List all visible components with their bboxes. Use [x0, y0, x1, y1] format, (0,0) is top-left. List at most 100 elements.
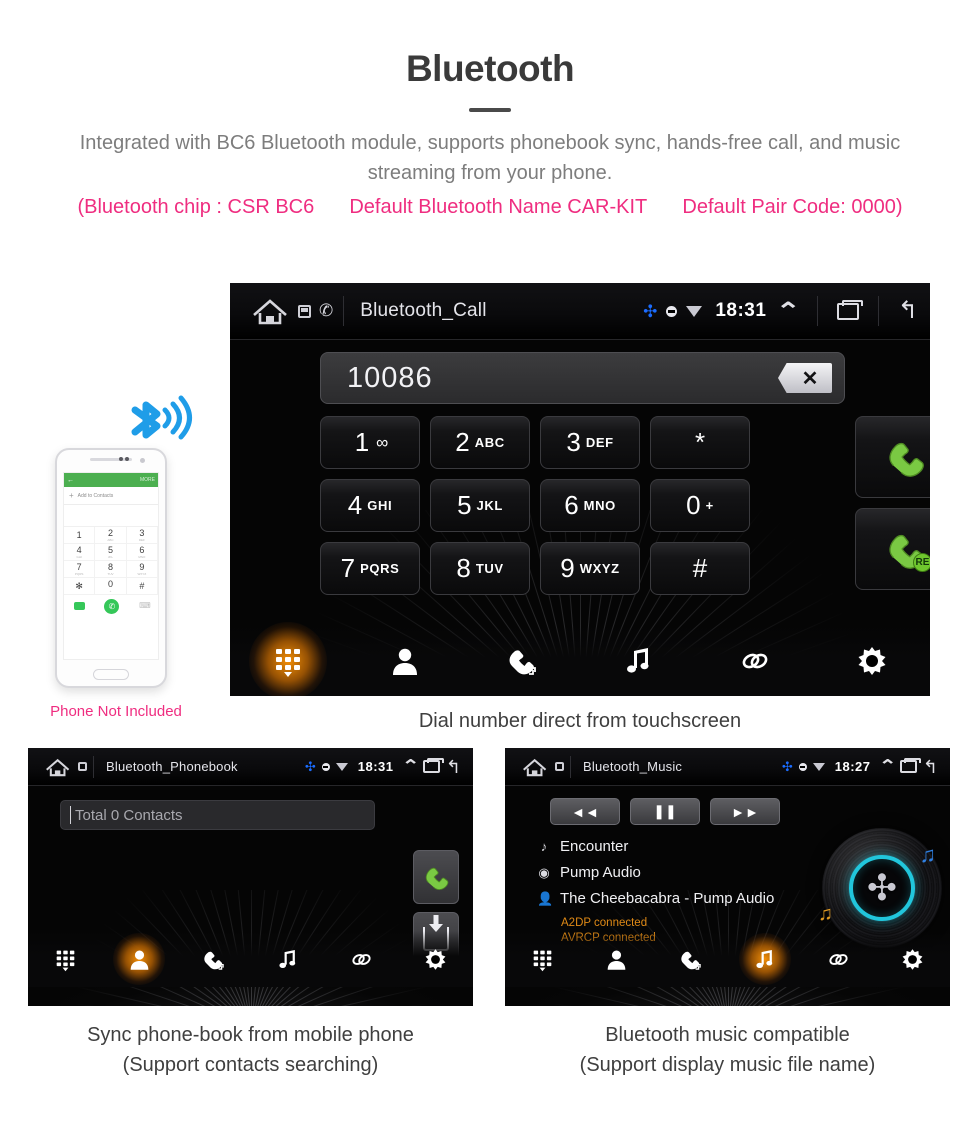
- phone-key-digit: 4: [76, 544, 82, 555]
- nav-item-contacts[interactable]: [579, 931, 653, 987]
- chevron-up-icon[interactable]: ⌃: [401, 758, 419, 775]
- previous-track-button[interactable]: ◄◄: [550, 798, 620, 825]
- page-title: Bluetooth: [405, 48, 575, 89]
- nav-item-contacts[interactable]: [102, 931, 176, 987]
- nav-item-settings[interactable]: [813, 626, 930, 696]
- nav-item-dialpad[interactable]: [505, 931, 579, 987]
- phone-app-bar: ← MORE: [64, 473, 158, 487]
- home-icon[interactable]: [250, 295, 294, 327]
- nav-item-settings[interactable]: [399, 931, 473, 987]
- dialpad-key-1[interactable]: 1 ∞: [320, 416, 420, 469]
- dialed-number-field[interactable]: 10086 ✕: [320, 352, 845, 404]
- bluetooth-icon: ✣: [643, 301, 658, 321]
- disc-icon: ◉: [538, 864, 550, 880]
- nav-item-music[interactable]: [728, 931, 802, 987]
- phone-back-icon: ←: [67, 476, 74, 484]
- chevron-up-icon[interactable]: ⌃: [878, 758, 896, 775]
- wifi-icon: [812, 762, 825, 771]
- nav-item-music[interactable]: [251, 931, 325, 987]
- dialpad-key-4[interactable]: 4 GHI: [320, 479, 420, 532]
- screenshot-icon[interactable]: [555, 762, 564, 771]
- key-digit: 9: [560, 553, 575, 583]
- recent-apps-icon[interactable]: [836, 299, 863, 320]
- dialpad: 1 ∞ 2 ABC 3 DEF * 4 GHI 5 JKL 6 MNO 0 + 7 PQRS 8 TUV 9 WXYZ #: [320, 416, 845, 605]
- phone-key-4: 4 GHI: [64, 544, 96, 561]
- status-time: 18:27: [834, 759, 871, 774]
- dialpad-icon: [530, 947, 555, 972]
- link-icon: [826, 947, 851, 972]
- nav-item-link[interactable]: [802, 931, 876, 987]
- phone-key-6: 6 MNO: [126, 544, 158, 561]
- track-info: ♪ Encounter ◉ Pump Audio 👤 The Cheebacab…: [537, 838, 774, 946]
- nav-item-settings[interactable]: [876, 931, 950, 987]
- phone-mockup: ← MORE + Add to Contacts 1 2 ABC 3 DEF 4 GHI 5 J…: [55, 448, 167, 688]
- dialpad-key-hash[interactable]: #: [650, 542, 750, 595]
- music-caption-line2: (Support display music file name): [579, 1054, 876, 1076]
- dialpad-key-5[interactable]: 5 JKL: [430, 479, 530, 532]
- call-button[interactable]: [855, 416, 930, 498]
- dialpad-key-3[interactable]: 3 DEF: [540, 416, 640, 469]
- nav-item-call-history[interactable]: [176, 931, 250, 987]
- back-icon[interactable]: ↰: [446, 758, 461, 776]
- nav-item-dialpad[interactable]: [230, 622, 347, 696]
- spec-pair-code: Default Pair Code: 0000): [682, 196, 903, 218]
- pause-button[interactable]: ❚❚: [630, 798, 700, 825]
- key-digit: 0: [686, 490, 701, 520]
- redial-badge: RE: [913, 553, 930, 572]
- phone-key-digit: 1: [76, 529, 82, 540]
- screenshot-icon[interactable]: [78, 762, 87, 771]
- nav-item-link[interactable]: [325, 931, 399, 987]
- home-icon[interactable]: [521, 756, 551, 778]
- dialpad-row: 1 ∞ 2 ABC 3 DEF *: [320, 416, 845, 469]
- dialpad-key-2[interactable]: 2 ABC: [430, 416, 530, 469]
- redial-button[interactable]: RE: [855, 508, 930, 590]
- contacts-icon: [127, 947, 152, 972]
- status-divider-3: [877, 296, 879, 326]
- phone-key-letters: JKL: [107, 554, 114, 559]
- call-button[interactable]: [413, 850, 459, 904]
- backspace-x-icon: ✕: [801, 367, 819, 390]
- orange-note-icon: ♫: [818, 903, 833, 925]
- phone-key-5: 5 JKL: [95, 544, 127, 561]
- phone-key-digit: 8: [107, 561, 113, 572]
- nav-item-call-history[interactable]: [463, 626, 580, 696]
- dialpad-key-7[interactable]: 7 PQRS: [320, 542, 420, 595]
- status-divider: [570, 755, 571, 778]
- nav-item-contacts[interactable]: [347, 626, 464, 696]
- contacts-search-input[interactable]: Total 0 Contacts: [60, 800, 375, 830]
- backspace-button[interactable]: ✕: [778, 363, 832, 393]
- bluetooth-call-screen: ✆ Bluetooth_Call ✣ 18:31 ⌃ ↰ 10086 ✕ 1 ∞ 2…: [230, 283, 930, 696]
- dialpad-key-9[interactable]: 9 WXYZ: [540, 542, 640, 595]
- dial-body: 10086 ✕ 1 ∞ 2 ABC 3 DEF * 4 GHI 5 JKL 6 MNO 0 + 7 PQRS 8 T…: [230, 340, 930, 696]
- home-icon[interactable]: [44, 756, 74, 778]
- message-icon: [73, 602, 85, 610]
- dialpad-key-8[interactable]: 8 TUV: [430, 542, 530, 595]
- nav-item-call-history[interactable]: [653, 931, 727, 987]
- page-subtitle: Integrated with BC6 Bluetooth module, su…: [79, 132, 901, 184]
- dialpad-key-6[interactable]: 6 MNO: [540, 479, 640, 532]
- plus-icon: +: [69, 491, 74, 500]
- bluetooth-icon: ✣: [304, 759, 316, 774]
- phone-key-1: 1: [64, 527, 96, 544]
- dialpad-key-star[interactable]: *: [650, 416, 750, 469]
- settings-icon: [423, 947, 448, 972]
- dialpad-key-0[interactable]: 0 +: [650, 479, 750, 532]
- contacts-icon: [388, 644, 422, 678]
- chevron-up-icon[interactable]: ⌃: [776, 300, 801, 322]
- nav-item-music[interactable]: [580, 626, 697, 696]
- next-track-button[interactable]: ►►: [710, 798, 780, 825]
- artist-name: The Cheebacabra - Pump Audio: [560, 890, 775, 907]
- recent-apps-icon[interactable]: [899, 758, 921, 773]
- recent-apps-icon[interactable]: [422, 758, 444, 773]
- nav-item-dialpad[interactable]: [28, 931, 102, 987]
- link-icon: [738, 644, 772, 678]
- dialed-number: 10086: [347, 361, 433, 394]
- album-row: ◉ Pump Audio: [537, 864, 774, 881]
- music-icon: [621, 644, 655, 678]
- back-icon[interactable]: ↰: [923, 758, 938, 776]
- settings-icon: [855, 644, 889, 678]
- screenshot-icon[interactable]: [298, 304, 311, 318]
- back-icon[interactable]: ↰: [898, 299, 918, 323]
- nav-item-link[interactable]: [697, 626, 814, 696]
- floor-line: [28, 996, 252, 1006]
